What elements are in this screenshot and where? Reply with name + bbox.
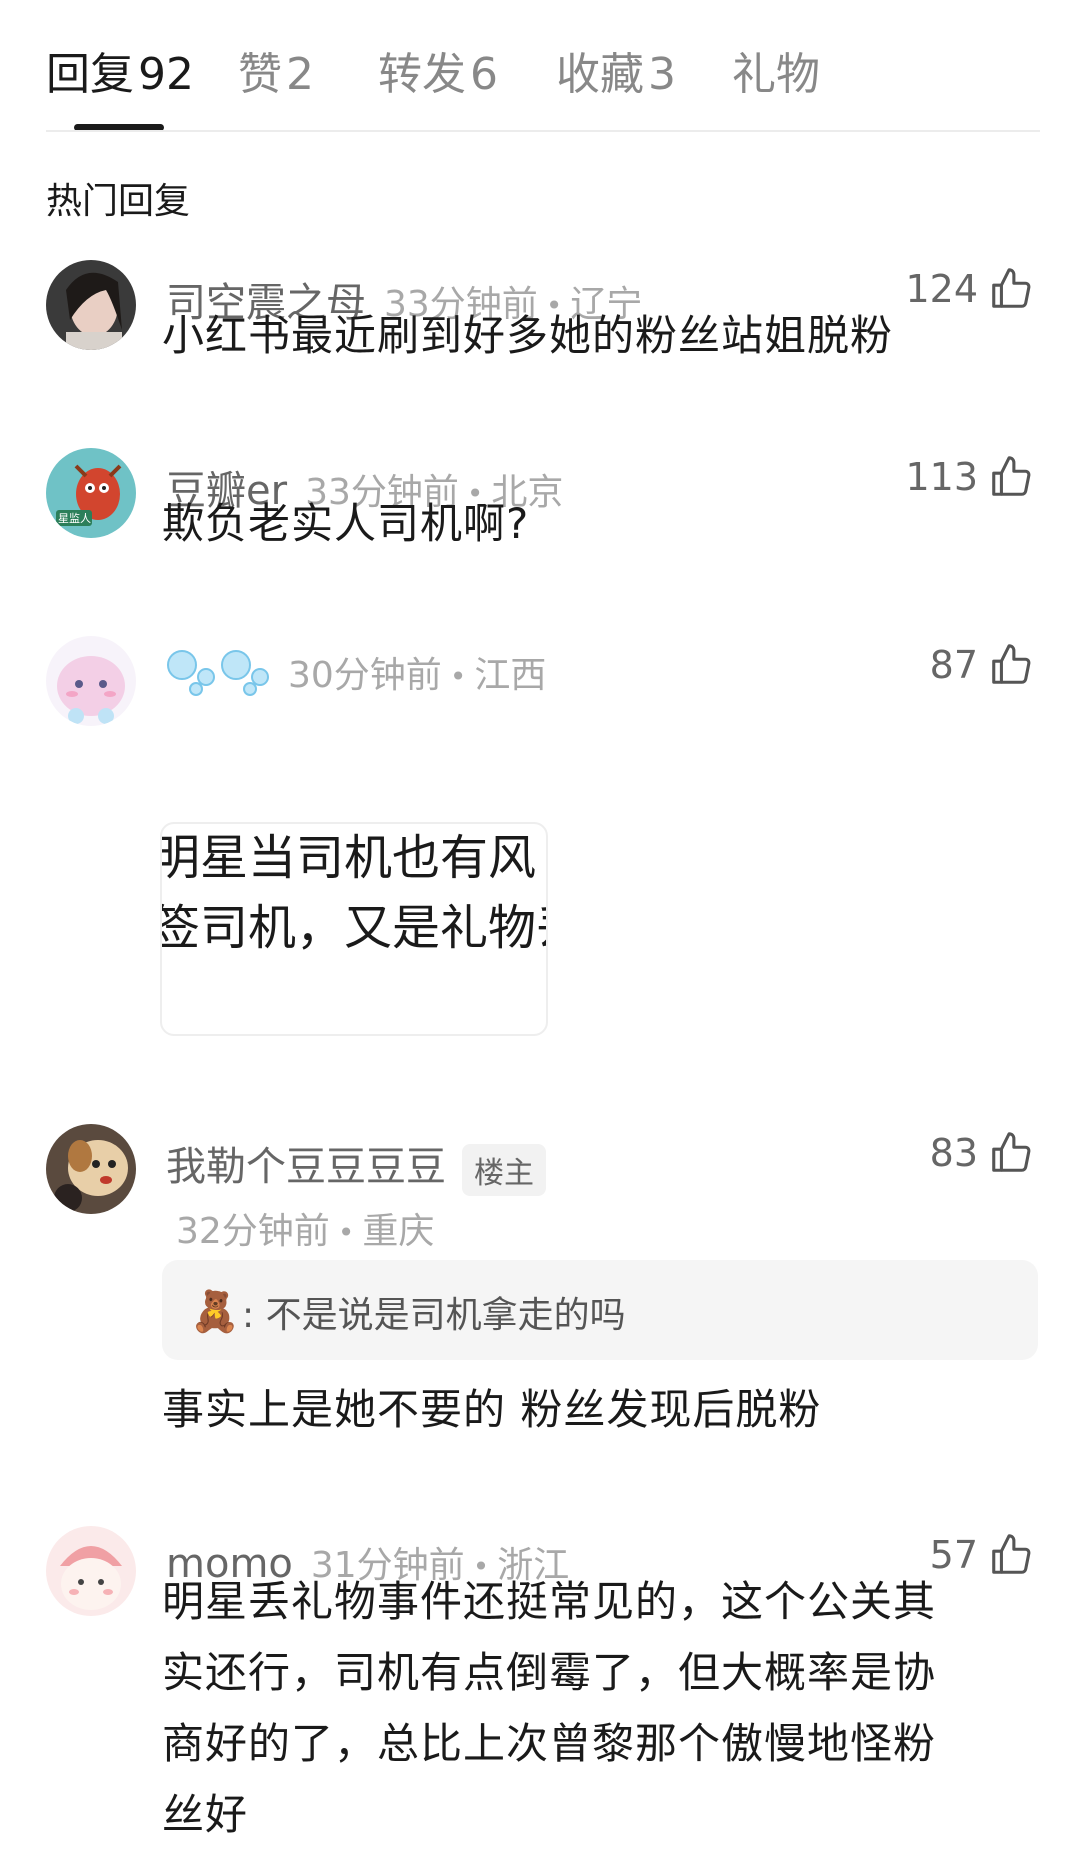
- comment-text: 小红书最近刷到好多她的粉丝站姐脱粉: [162, 311, 894, 360]
- tab-replies-label: 回复: [46, 49, 134, 100]
- tab-bar: 回复92 赞2 转发6 收藏3 礼物: [46, 38, 1040, 131]
- image-text-line: 明星当司机也有风: [160, 830, 537, 886]
- avatar[interactable]: [46, 1124, 136, 1214]
- avatar[interactable]: 星监人: [46, 448, 136, 538]
- like-button[interactable]: 87: [930, 642, 1034, 688]
- tab-reposts-count: 6: [470, 49, 498, 100]
- tab-reposts[interactable]: 转发6: [378, 38, 498, 102]
- quoted-text: : 不是说是司机拿走的吗: [242, 1295, 626, 1336]
- avatar[interactable]: [46, 1526, 136, 1616]
- like-button[interactable]: 83: [930, 1130, 1034, 1176]
- image-text-line: 签司机，又是礼物丢: [160, 900, 546, 956]
- section-title: 热门回复: [46, 181, 191, 222]
- comment-text: 事实上是她不要的 粉丝发现后脱粉: [162, 1385, 822, 1434]
- avatar[interactable]: [46, 260, 136, 350]
- avatar[interactable]: [46, 636, 136, 726]
- tabs-divider: [46, 130, 1040, 132]
- comment-text-line: 实还行，司机有点倒霉了，但大概率是协: [162, 1648, 937, 1697]
- thumbs-up-icon: [988, 642, 1034, 688]
- tab-gifts-label: 礼物: [732, 49, 820, 100]
- teddy-bear-icon: 🧸: [190, 1289, 240, 1335]
- tab-gifts[interactable]: 礼物: [732, 38, 820, 102]
- meta-dot: •: [337, 1216, 355, 1249]
- tab-favorites-label: 收藏: [556, 49, 644, 100]
- tab-replies[interactable]: 回复92: [46, 38, 194, 102]
- comment-meta-secondary: 32分钟前 • 重庆: [176, 1202, 434, 1254]
- tab-favorites[interactable]: 收藏3: [556, 38, 676, 102]
- comment-text-line: 丝好: [162, 1790, 249, 1839]
- tab-likes-count: 2: [286, 49, 314, 100]
- tab-likes[interactable]: 赞2: [238, 38, 314, 102]
- meta-dot: •: [449, 660, 467, 693]
- tab-reposts-label: 转发: [378, 49, 466, 100]
- comment-text-line: 明星丢礼物事件还挺常见的，这个公关其: [162, 1577, 937, 1626]
- comment-text: 欺负老实人司机啊?: [162, 499, 530, 548]
- op-badge: 楼主: [462, 1143, 546, 1196]
- location: 重庆: [362, 1211, 435, 1252]
- timestamp: 32分钟前: [176, 1211, 330, 1252]
- comment-text: 明星丢礼物事件还挺常见的，这个公关其 实还行，司机有点倒霉了，但大概率是协 商好…: [162, 1566, 1062, 1850]
- avatar-badge-text: 星监人: [58, 512, 91, 525]
- thumbs-up-icon: [988, 1130, 1034, 1176]
- comment-meta: 我勒个豆豆豆豆 楼主: [166, 1134, 546, 1196]
- timestamp: 30分钟前: [288, 655, 442, 696]
- tab-replies-count: 92: [138, 49, 194, 100]
- username[interactable]: 我勒个豆豆豆豆: [166, 1144, 446, 1190]
- comment-meta: 30分钟前 • 江西: [166, 646, 546, 706]
- tab-favorites-count: 3: [648, 49, 676, 100]
- bubbles-username-icon[interactable]: [166, 647, 270, 706]
- tab-likes-label: 赞: [238, 49, 282, 100]
- comment-image[interactable]: 明星当司机也有风 签司机，又是礼物丢: [160, 822, 548, 1036]
- location: 江西: [474, 655, 547, 696]
- like-count: 83: [929, 1131, 978, 1175]
- like-count: 87: [929, 643, 978, 687]
- quoted-reply[interactable]: 🧸 : 不是说是司机拿走的吗: [162, 1260, 1038, 1360]
- comment-text-line: 商好的了，总比上次曾黎那个傲慢地怪粉: [162, 1719, 937, 1768]
